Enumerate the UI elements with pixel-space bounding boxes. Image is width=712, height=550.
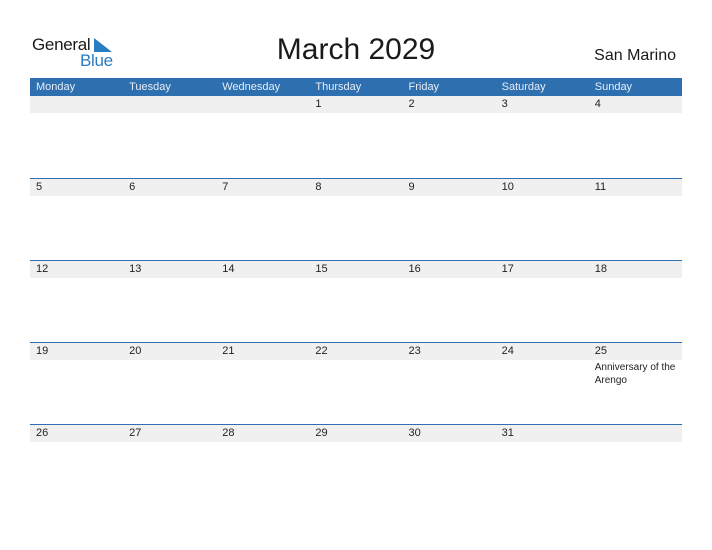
day-event (216, 442, 309, 443)
weekday-saturday: Saturday (501, 81, 546, 93)
day-number: 22 (315, 345, 328, 357)
day-event (309, 196, 402, 197)
day-event: Anniversary of the Arengo (594, 362, 676, 386)
day-event (123, 196, 216, 197)
day-number: 1 (315, 98, 322, 110)
day-number: 30 (408, 427, 421, 439)
day-number (589, 425, 682, 442)
day-number: 19 (36, 345, 49, 357)
day-event (123, 278, 216, 279)
weekday-thursday: Thursday (315, 81, 362, 93)
day-event (30, 196, 123, 197)
day-event (123, 113, 216, 114)
day-event (403, 278, 496, 279)
weekday-tuesday: Tuesday (129, 81, 171, 93)
day-number: 2 (408, 98, 415, 110)
day-event (403, 196, 496, 197)
date-row: 19 20 21 22 23 24 25 (30, 343, 682, 360)
date-row: 5 6 7 8 9 10 11 (30, 179, 682, 196)
weekday-wednesday: Wednesday (222, 81, 281, 93)
day-number: 7 (222, 181, 229, 193)
calendar-week: 12 13 14 15 16 17 18 (30, 260, 682, 342)
day-event (309, 113, 402, 114)
day-number: 4 (594, 98, 601, 110)
day-event (309, 442, 402, 443)
day-event (403, 442, 496, 443)
event-row (30, 196, 682, 197)
day-number (123, 96, 216, 113)
day-number: 5 (36, 181, 43, 193)
event-row (30, 113, 682, 114)
day-event (403, 113, 496, 114)
day-number: 13 (129, 263, 142, 275)
date-row: 1 2 3 4 (30, 96, 682, 113)
day-number: 20 (129, 345, 142, 357)
day-event (589, 442, 682, 443)
day-number (216, 96, 309, 113)
day-event (496, 278, 589, 279)
day-event (496, 113, 589, 114)
day-event (403, 360, 496, 387)
day-event (216, 360, 309, 387)
day-event (123, 360, 216, 387)
day-event (496, 442, 589, 443)
day-number: 17 (501, 263, 514, 275)
day-number: 24 (501, 345, 514, 357)
day-event (216, 196, 309, 197)
event-row (30, 442, 682, 443)
day-event (496, 360, 589, 387)
day-number: 6 (129, 181, 136, 193)
day-event (123, 442, 216, 443)
day-number: 11 (594, 181, 607, 193)
day-event (30, 278, 123, 279)
day-number: 27 (129, 427, 142, 439)
day-number: 14 (222, 263, 235, 275)
event-row: Anniversary of the Arengo (30, 360, 682, 387)
day-number: 16 (408, 263, 421, 275)
day-number: 21 (222, 345, 235, 357)
day-number: 29 (315, 427, 328, 439)
day-number: 25 (594, 345, 607, 357)
day-number: 28 (222, 427, 235, 439)
day-number: 18 (594, 263, 607, 275)
day-event (30, 360, 123, 387)
day-number: 9 (408, 181, 415, 193)
country-label: San Marino (594, 47, 676, 64)
weekday-friday: Friday (408, 81, 440, 93)
day-number: 15 (315, 263, 328, 275)
day-event (496, 196, 589, 197)
day-number: 26 (36, 427, 49, 439)
day-number: 10 (501, 181, 514, 193)
day-number: 23 (408, 345, 421, 357)
day-event (589, 278, 682, 279)
date-row: 26 27 28 29 30 31 (30, 425, 682, 442)
calendar-week: 1 2 3 4 (30, 96, 682, 178)
weekday-header: Monday Tuesday Wednesday Thursday Friday… (30, 78, 682, 96)
day-number: 12 (36, 263, 49, 275)
event-row (30, 278, 682, 279)
day-event (589, 196, 682, 197)
calendar-week: 19 20 21 22 23 24 25 Anniversary of the Arengo (30, 342, 682, 424)
day-number: 3 (501, 98, 508, 110)
day-event (30, 113, 123, 114)
weekday-monday: Monday (36, 81, 76, 93)
day-event (216, 278, 309, 279)
day-number (30, 96, 123, 113)
date-row: 12 13 14 15 16 17 18 (30, 261, 682, 278)
calendar-week: 26 27 28 29 30 31 (30, 424, 682, 506)
day-event (589, 113, 682, 114)
calendar-week: 5 6 7 8 9 10 11 (30, 178, 682, 260)
day-event (309, 278, 402, 279)
day-number: 8 (315, 181, 322, 193)
calendar-grid: Monday Tuesday Wednesday Thursday Friday… (30, 78, 682, 506)
weekday-sunday: Sunday (594, 81, 633, 93)
day-event (216, 113, 309, 114)
day-number: 31 (501, 427, 514, 439)
day-event (309, 360, 402, 387)
day-event (30, 442, 123, 443)
